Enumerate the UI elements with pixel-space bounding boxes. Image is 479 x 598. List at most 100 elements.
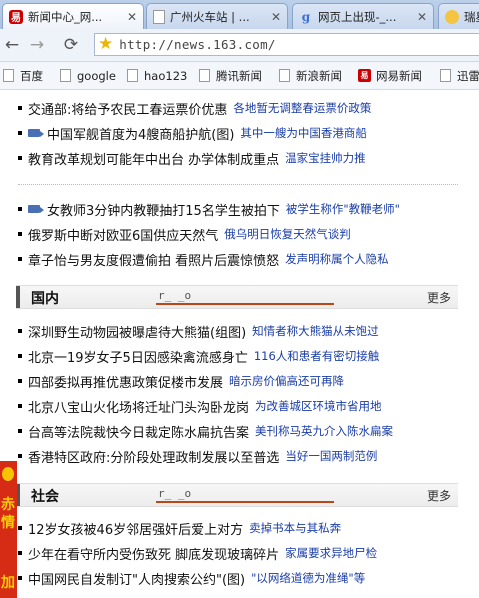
news-headline[interactable]: 北京一19岁女子5日因感染禽流感身亡: [28, 347, 248, 366]
bookmark-163-news[interactable]: 易 网易新闻: [358, 62, 422, 89]
news-item: 北京八宝山火化场将迁址门头沟卧龙岗 为改善城区环境市省用地: [18, 396, 382, 416]
tab-title: 网页上出现-_...: [318, 9, 397, 24]
tab-google-search[interactable]: g 网页上出现-_... ✕: [292, 3, 434, 29]
news-subheadline[interactable]: 116人和患者有密切接触: [254, 348, 379, 364]
tab-guangzhou-station[interactable]: 广州火车站 | ... ✕: [146, 3, 288, 29]
reload-icon[interactable]: ⟳: [61, 35, 81, 55]
news-headline[interactable]: 深圳野生动物园被曝虐待大熊猫(组图): [28, 322, 246, 341]
news-headline[interactable]: 中国网民自发制订"人肉搜索公约"(图): [28, 569, 245, 588]
news-headline[interactable]: 台高等法院裁快今日裁定陈水扁抗告案: [28, 422, 249, 441]
news-subheadline[interactable]: 各地暂无调整春运票价政策: [233, 100, 371, 116]
tab-title: 广州火车站 | ...: [170, 9, 250, 24]
news-headline[interactable]: 俄罗斯中断对欧亚6国供应天然气: [28, 225, 218, 244]
address-bar[interactable]: ★ http://news.163.com/: [94, 33, 479, 56]
news-subheadline[interactable]: "以网络道德为准绳"等: [251, 570, 365, 586]
news-subheadline[interactable]: 被学生称作"教鞭老师": [286, 201, 400, 217]
news-item: 深圳野生动物园被曝虐待大熊猫(组图) 知情者称大熊猫从未饱过: [18, 321, 379, 341]
tab-rising[interactable]: 瑞星: [438, 3, 479, 29]
netease-icon: 易: [358, 69, 371, 82]
news-item: 中国网民自发制订"人肉搜索公约"(图) "以网络道德为准绳"等: [18, 568, 365, 588]
news-subheadline[interactable]: 美刊称马英九介入陈水扁案: [255, 423, 393, 439]
news-subheadline[interactable]: 家属要求异地尸检: [285, 545, 377, 561]
section-underline: [156, 501, 334, 503]
bookmark-sina-news[interactable]: 新浪新闻: [279, 62, 342, 89]
face-icon: [445, 9, 459, 24]
news-item: 12岁女孩被46岁邻居强奸后爱上对方 卖掉书本与其私奔: [18, 518, 341, 538]
bookmark-star-icon[interactable]: ★: [98, 36, 113, 53]
news-headline[interactable]: 少年在看守所内受伤致死 脚底发现玻璃碎片: [28, 544, 279, 563]
news-headline[interactable]: 教育改革规划可能年中出台 办学体制成重点: [28, 149, 279, 168]
news-item: 台高等法院裁快今日裁定陈水扁抗告案 美刊称马英九介入陈水扁案: [18, 421, 393, 441]
news-subheadline[interactable]: 其中一艘为中国香港商船: [240, 125, 367, 141]
bookmark-label: 网易新闻: [376, 68, 422, 83]
section-decoration: r_ _o: [158, 487, 192, 500]
ad-char: 赤: [1, 497, 15, 513]
tab-title: 瑞星: [464, 9, 479, 24]
close-icon[interactable]: ✕: [271, 10, 281, 24]
bullet: [18, 454, 22, 458]
news-item: 章子怡与男友度假遭偷拍 看照片后震惊愤怒 发声明称属个人隐私: [18, 249, 389, 269]
ad-char: 加: [1, 575, 15, 591]
page-icon: [199, 69, 210, 82]
page-icon: [153, 9, 165, 24]
news-item: 俄罗斯中断对欧亚6国供应天然气 俄乌明日恢复天然气谈判: [18, 224, 351, 244]
bookmark-baidu[interactable]: 百度: [3, 62, 43, 89]
bullet: [18, 106, 22, 110]
news-subheadline[interactable]: 知情者称大熊猫从未饱过: [252, 323, 379, 339]
news-subheadline[interactable]: 暗示房价偏高还可再降: [229, 373, 344, 389]
news-subheadline[interactable]: 卖掉书本与其私奔: [249, 520, 341, 536]
news-item: 香港特区政府:分阶段处理政制发展以至普选 当好一国两制范例: [18, 446, 377, 466]
news-subheadline[interactable]: 发声明称属个人隐私: [285, 251, 389, 267]
bookmark-qq-news[interactable]: 腾讯新闻: [199, 62, 262, 89]
bookmark-label: 迅雷: [457, 68, 479, 83]
ad-char: 情: [1, 515, 15, 531]
news-headline[interactable]: 章子怡与男友度假遭偷拍 看照片后震惊愤怒: [28, 250, 279, 269]
news-headline[interactable]: 北京八宝山火化场将迁址门头沟卧龙岗: [28, 397, 249, 416]
bookmark-label: 新浪新闻: [296, 68, 342, 83]
news-headline[interactable]: 12岁女孩被46岁邻居强奸后爱上对方: [28, 519, 243, 538]
bookmark-label: 百度: [20, 68, 43, 83]
page-icon: [279, 69, 290, 82]
close-icon[interactable]: ✕: [127, 10, 137, 24]
url-text[interactable]: http://news.163.com/: [119, 37, 276, 52]
google-icon: g: [301, 9, 311, 24]
news-subheadline[interactable]: 为改善城区环境市省用地: [255, 398, 382, 414]
bullet: [18, 526, 22, 530]
news-item: 女教师3分钟内教鞭抽打15名学生被拍下 被学生称作"教鞭老师": [18, 199, 400, 219]
page-icon: [127, 69, 138, 82]
news-item: 四部委拟再推优惠政策促楼市发展 暗示房价偏高还可再降: [18, 371, 344, 391]
news-headline[interactable]: 中国军舰首度为4艘商船护航(图): [47, 124, 234, 143]
divider: [18, 184, 458, 185]
bookmark-xunlei[interactable]: 迅雷: [440, 62, 479, 89]
section-title[interactable]: 国内: [31, 288, 59, 308]
bullet: [18, 379, 22, 383]
back-arrow-icon[interactable]: ←: [2, 35, 22, 55]
news-headline[interactable]: 女教师3分钟内教鞭抽打15名学生被拍下: [47, 200, 280, 219]
forward-arrow-icon[interactable]: →: [27, 35, 47, 55]
bullet: [18, 551, 22, 555]
netease-icon: 易: [9, 9, 23, 24]
side-advertisement[interactable]: 赤 情 加: [0, 461, 17, 598]
bullet: [18, 354, 22, 358]
bookmark-google[interactable]: google: [60, 62, 116, 89]
news-subheadline[interactable]: 温家宝挂帅力推: [285, 150, 366, 166]
section-title[interactable]: 社会: [31, 486, 59, 506]
bookmark-hao123[interactable]: hao123: [127, 62, 187, 89]
news-headline[interactable]: 交通部:将给予农民工春运票价优惠: [28, 99, 227, 118]
news-subheadline[interactable]: 俄乌明日恢复天然气谈判: [224, 226, 351, 242]
news-headline[interactable]: 香港特区政府:分阶段处理政制发展以至普选: [28, 447, 279, 466]
close-icon[interactable]: ✕: [417, 10, 427, 24]
news-headline[interactable]: 四部委拟再推优惠政策促楼市发展: [28, 372, 223, 391]
video-camera-icon: [28, 205, 44, 213]
section-header-domestic: 国内 r_ _o 更多: [16, 285, 458, 309]
bullet: [18, 404, 22, 408]
bullet: [18, 131, 22, 135]
more-link[interactable]: 更多: [427, 487, 451, 504]
more-link[interactable]: 更多: [427, 289, 451, 306]
bullet: [18, 429, 22, 433]
news-item: 教育改革规划可能年中出台 办学体制成重点 温家宝挂帅力推: [18, 148, 366, 168]
bookmark-label: google: [77, 68, 116, 83]
page-content: 交通部:将给予农民工春运票价优惠 各地暂无调整春运票价政策 中国军舰首度为4艘商…: [0, 90, 479, 598]
tab-news-163[interactable]: 易 新闻中心_网... ✕: [2, 3, 144, 29]
news-subheadline[interactable]: 当好一国两制范例: [285, 448, 377, 464]
